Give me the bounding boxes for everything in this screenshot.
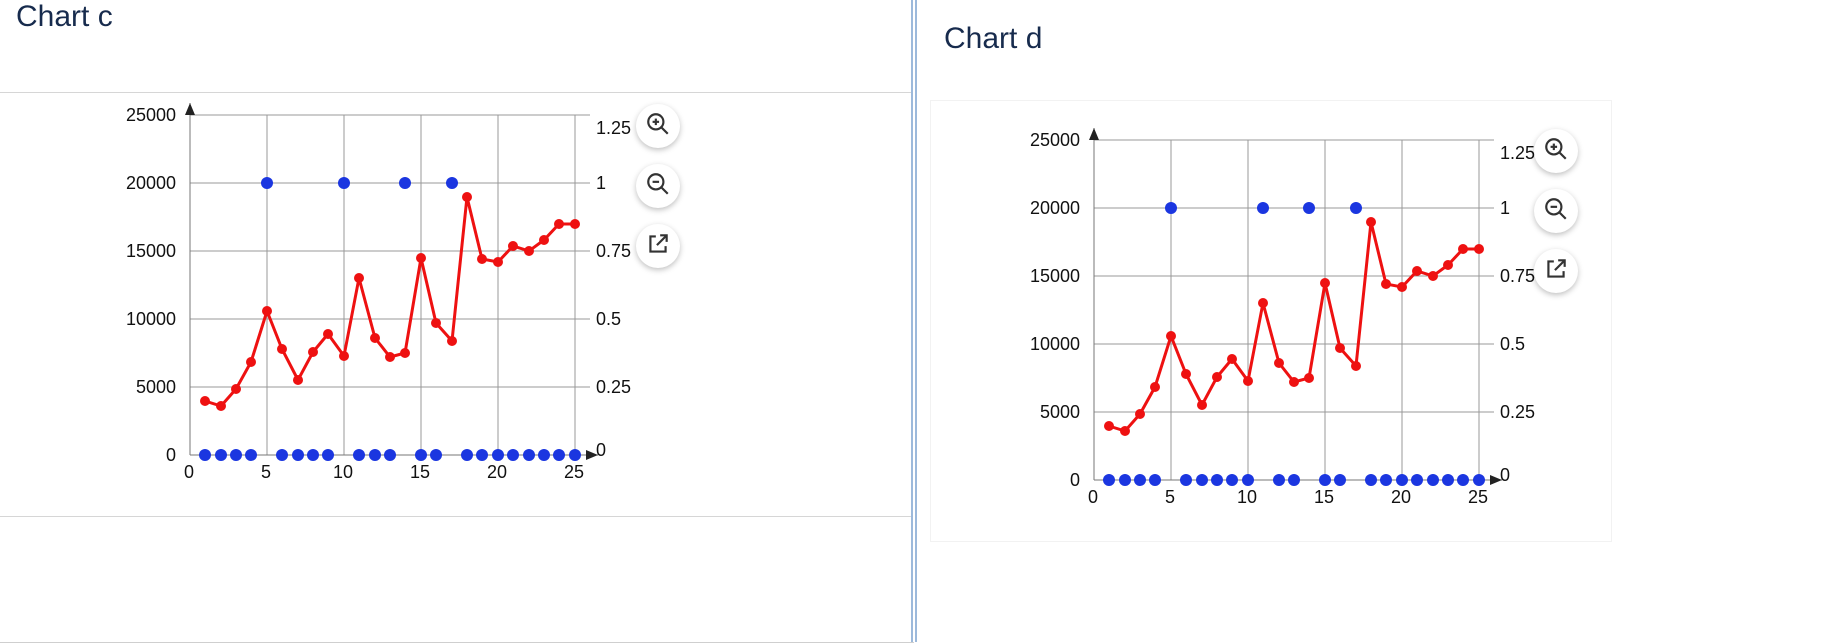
xtick: 10 xyxy=(333,462,353,483)
xtick: 20 xyxy=(487,462,507,483)
ytick: 25000 xyxy=(1022,130,1080,151)
y2tick: 1 xyxy=(1500,198,1510,219)
y2tick: 1.25 xyxy=(1500,143,1535,164)
zoom-in-icon xyxy=(1543,136,1569,167)
chart-c-plot xyxy=(120,95,720,515)
ytick: 20000 xyxy=(1022,198,1080,219)
y2tick: 0.5 xyxy=(1500,334,1525,355)
series-red xyxy=(1104,217,1484,436)
zoom-in-icon xyxy=(645,111,671,142)
zoom-in-button[interactable] xyxy=(636,104,680,148)
xtick: 10 xyxy=(1237,487,1257,508)
ytick: 25000 xyxy=(118,105,176,126)
xtick: 0 xyxy=(184,462,194,483)
zoom-in-button[interactable] xyxy=(1534,129,1578,173)
xtick: 20 xyxy=(1391,487,1411,508)
open-external-button[interactable] xyxy=(636,224,680,268)
chart-d-title: Chart d xyxy=(944,22,1042,56)
zoom-out-icon xyxy=(1543,196,1569,227)
open-external-icon xyxy=(1543,256,1569,287)
ytick: 5000 xyxy=(1022,402,1080,423)
xtick: 5 xyxy=(1165,487,1175,508)
xtick: 0 xyxy=(1088,487,1098,508)
ytick: 10000 xyxy=(1022,334,1080,355)
footer-rule xyxy=(0,516,914,517)
ytick: 20000 xyxy=(118,173,176,194)
zoom-out-button[interactable] xyxy=(1534,189,1578,233)
zoom-out-button[interactable] xyxy=(636,164,680,208)
ytick: 0 xyxy=(1022,470,1080,491)
xtick: 25 xyxy=(1468,487,1488,508)
ytick: 0 xyxy=(118,445,176,466)
open-external-button[interactable] xyxy=(1534,249,1578,293)
y2tick: 0.25 xyxy=(596,377,631,398)
ytick: 15000 xyxy=(1022,266,1080,287)
y2tick: 0.75 xyxy=(596,241,631,262)
chart-d-panel: Chart d xyxy=(914,0,1828,642)
y2tick: 1.25 xyxy=(596,118,631,139)
xtick: 15 xyxy=(1314,487,1334,508)
ytick: 15000 xyxy=(118,241,176,262)
ytick: 5000 xyxy=(118,377,176,398)
series-red xyxy=(200,192,580,411)
y2tick: 0 xyxy=(1500,465,1510,486)
y2tick: 0.5 xyxy=(596,309,621,330)
chart-c-title: Chart c xyxy=(16,0,113,34)
open-external-icon xyxy=(645,231,671,262)
y2tick: 1 xyxy=(596,173,606,194)
y2tick: 0.75 xyxy=(1500,266,1535,287)
y2tick: 0 xyxy=(596,440,606,461)
xtick: 15 xyxy=(410,462,430,483)
y2tick: 0.25 xyxy=(1500,402,1535,423)
ytick: 10000 xyxy=(118,309,176,330)
chart-c-panel: Chart c xyxy=(0,0,914,643)
xtick: 25 xyxy=(564,462,584,483)
vertical-divider xyxy=(911,0,917,642)
zoom-out-icon xyxy=(645,171,671,202)
chart-d-plot xyxy=(1024,120,1624,540)
header-rule xyxy=(0,92,914,93)
xtick: 5 xyxy=(261,462,271,483)
